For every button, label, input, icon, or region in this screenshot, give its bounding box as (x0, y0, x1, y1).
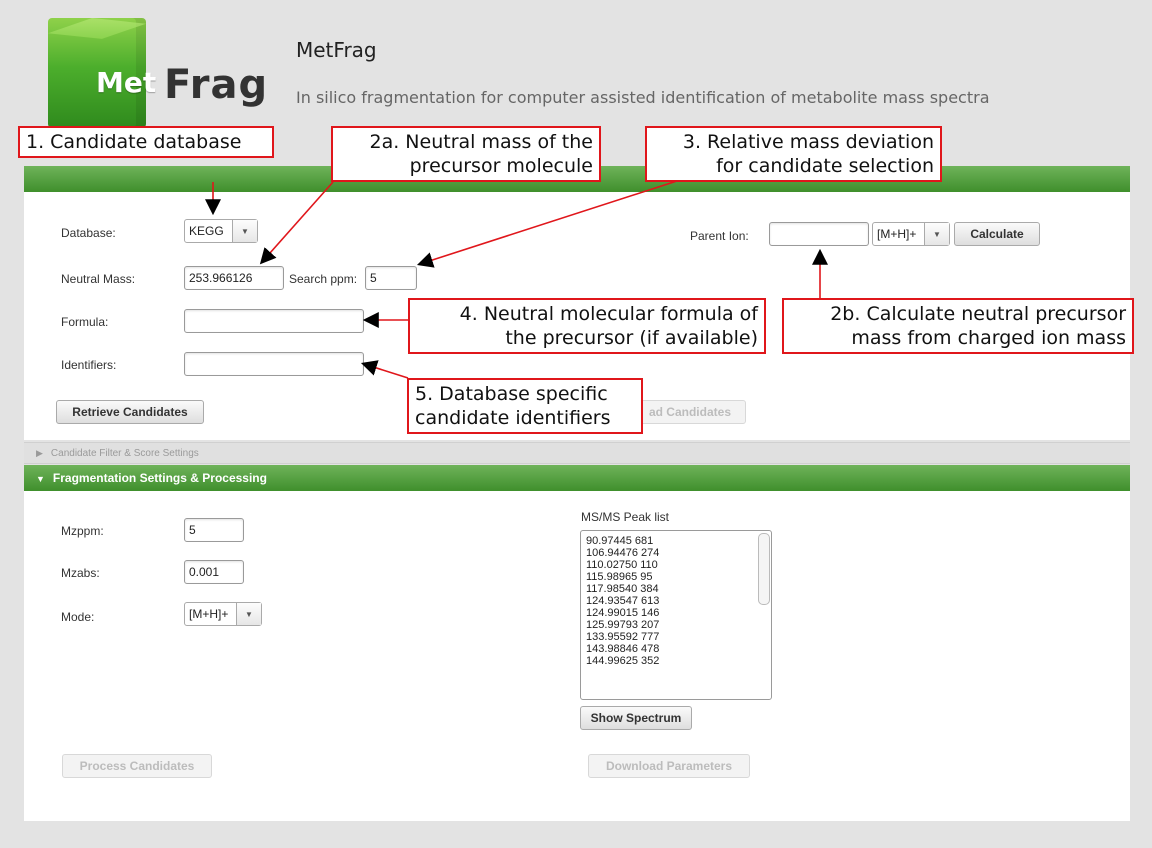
arrow-identifiers (360, 360, 409, 379)
annotation-line: candidate identifiers (415, 407, 611, 429)
annotation-database-identifiers: 5. Database specific candidate identifie… (407, 378, 643, 434)
annotation-line: 1. Candidate database (26, 131, 242, 153)
annotation-calculate-neutral-mass: 2b. Calculate neutral precursor mass fro… (782, 298, 1134, 354)
annotation-line: precursor molecule (409, 155, 593, 177)
annotation-line: 3. Relative mass deviation (682, 131, 934, 153)
arrow-neutral-mass (259, 181, 334, 265)
annotation-line: 2a. Neutral mass of the (369, 131, 593, 153)
annotation-line: the precursor (if available) (505, 327, 758, 349)
annotation-line: 5. Database specific (415, 383, 608, 405)
annotation-line: 2b. Calculate neutral precursor (830, 303, 1126, 325)
annotation-neutral-mass: 2a. Neutral mass of the precursor molecu… (331, 126, 601, 182)
annotation-line: for candidate selection (716, 155, 934, 177)
annotation-molecular-formula: 4. Neutral molecular formula of the prec… (408, 298, 766, 354)
annotation-line: mass from charged ion mass (851, 327, 1126, 349)
annotation-relative-mass-deviation: 3. Relative mass deviation for candidate… (645, 126, 942, 182)
arrow-search-ppm (416, 179, 681, 268)
annotation-line: 4. Neutral molecular formula of (459, 303, 758, 325)
annotation-candidate-database: 1. Candidate database (18, 126, 274, 158)
